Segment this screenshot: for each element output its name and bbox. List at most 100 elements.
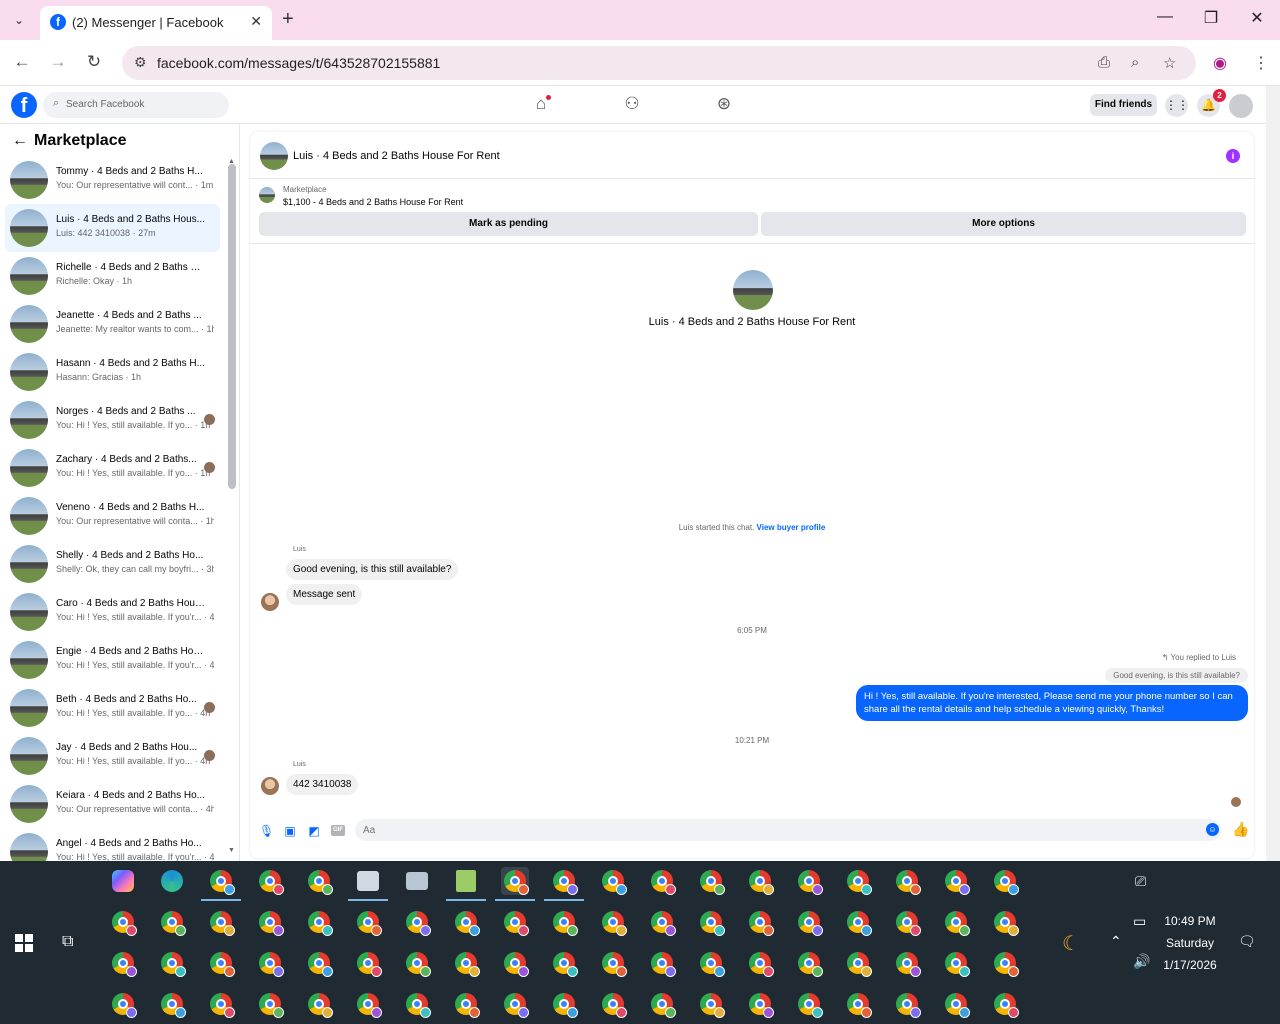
conversation-item[interactable]: Tommy · 4 Beds and 2 Baths H... You: Our … [5,156,220,204]
meet-now-icon[interactable]: ⎚ [1135,873,1146,890]
conversation-item[interactable]: Caro · 4 Beds and 2 Baths Hous... You: Hi… [5,588,220,636]
notification-center-icon[interactable]: 🗨 [1238,933,1256,950]
copilot-app-icon[interactable] [109,867,137,895]
volume-icon[interactable]: 🔊 [1133,953,1150,970]
forward-icon[interactable]: → [46,52,70,72]
back-icon[interactable]: ← [10,52,34,72]
chrome-profile-icon[interactable] [354,908,382,936]
zoom-icon[interactable]: ⌕ [1131,54,1139,71]
browser-tab[interactable]: f (2) Messenger | Facebook ✕ [40,6,272,40]
groups-icon[interactable]: ⊛ [712,94,736,114]
chrome-profile-icon[interactable] [452,990,480,1018]
menu-icon[interactable]: ⋮ [1253,53,1269,73]
tab-list-icon[interactable]: ⌄ [6,8,32,32]
conversation-item[interactable]: Jeanette · 4 Beds and 2 Baths ... Jeanett… [5,300,220,348]
chrome-profile-icon[interactable] [844,908,872,936]
omnibox[interactable]: ⚙ facebook.com/messages/t/64352870215588… [122,46,1196,80]
chrome-profile-icon[interactable] [942,949,970,977]
conversation-item[interactable]: Richelle · 4 Beds and 2 Baths H... Richel… [5,252,220,300]
chrome-profile-icon[interactable] [942,867,970,895]
conversation-item[interactable]: Angel · 4 Beds and 2 Baths Ho... You: Hi … [5,828,220,861]
edge-app-icon[interactable] [158,867,186,895]
view-buyer-profile-link[interactable]: View buyer profile [757,523,826,532]
incoming-message[interactable]: 442 3410038 [286,774,359,795]
chrome-profile-icon[interactable] [158,908,186,936]
chrome-profile-icon[interactable] [697,867,725,895]
chrome-profile-icon[interactable] [648,949,676,977]
conversation-item[interactable]: Luis · 4 Beds and 2 Baths Hous... Luis: 4… [5,204,220,252]
chrome-profile-icon[interactable] [550,908,578,936]
chrome-profile-icon[interactable] [452,908,480,936]
conversation-item[interactable]: Jay · 4 Beds and 2 Baths Hou... You: Hi !… [5,732,220,780]
chrome-profile-icon[interactable] [746,990,774,1018]
notepad-app-icon[interactable] [446,867,486,901]
chrome-profile-icon[interactable] [256,949,284,977]
chrome-profile-icon[interactable] [795,908,823,936]
clock-day[interactable]: Saturday [1160,936,1220,950]
chrome-profile-icon[interactable] [942,908,970,936]
conversation-item[interactable]: Norges · 4 Beds and 2 Baths ... You: Hi !… [5,396,220,444]
chrome-profile-icon[interactable] [893,867,921,895]
chrome-profile-icon[interactable] [599,908,627,936]
chrome-profile-icon[interactable] [550,949,578,977]
chrome-profile-icon[interactable] [158,990,186,1018]
chrome-profile-icon[interactable] [648,990,676,1018]
profile-icon[interactable]: ◉ [1213,53,1227,73]
peer-avatar[interactable] [261,777,279,795]
sidebar-scrollbar[interactable] [228,164,236,489]
chrome-profile-icon[interactable] [305,990,333,1018]
chrome-profile-icon[interactable] [109,949,137,977]
emoji-icon[interactable]: ☺ [1206,823,1219,836]
chrome-profile-icon[interactable] [746,908,774,936]
chrome-profile-icon[interactable] [109,990,137,1018]
chrome-profile-icon[interactable] [844,990,872,1018]
more-options-button[interactable]: More options [761,212,1246,236]
chrome-profile-icon[interactable] [256,908,284,936]
chrome-profile-icon[interactable] [697,908,725,936]
install-app-icon[interactable]: ⎙ [1098,54,1110,71]
chrome-profile-icon[interactable] [403,990,431,1018]
chrome-profile-icon[interactable] [893,990,921,1018]
chrome-profile-icon[interactable] [550,990,578,1018]
chrome-profile-icon[interactable] [452,949,480,977]
chrome-profile-icon[interactable] [501,949,529,977]
photo-icon[interactable]: ▣ [283,824,297,838]
chrome-profile-icon[interactable] [991,867,1019,895]
tray-overflow-icon[interactable]: ⌃ [1110,933,1122,950]
network-app-icon[interactable] [403,867,431,895]
chrome-profile-icon[interactable] [893,949,921,977]
incoming-message[interactable]: Message sent [286,584,363,605]
find-friends-button[interactable]: Find friends [1090,94,1157,116]
listing-title[interactable]: $1,100 - 4 Beds and 2 Baths House For Re… [283,197,463,207]
app-window-icon[interactable] [348,867,388,901]
chrome-profile-icon[interactable] [501,990,529,1018]
incoming-message[interactable]: Good evening, is this still available? [286,559,459,580]
account-avatar[interactable] [1229,94,1253,118]
window-close-icon[interactable]: ✕ [1242,8,1272,28]
chrome-profile-icon[interactable] [795,990,823,1018]
clock-date[interactable]: 1/17/2026 [1155,958,1225,972]
night-light-icon[interactable]: ☾ [1062,931,1080,956]
conversation-item[interactable]: Beth · 4 Beds and 2 Baths Ho... You: Hi !… [5,684,220,732]
chrome-profile-icon[interactable] [305,949,333,977]
bookmark-star-icon[interactable]: ☆ [1163,54,1176,72]
outgoing-message[interactable]: Hi ! Yes, still available. If you're int… [856,685,1248,721]
chrome-profile-icon[interactable] [746,949,774,977]
facebook-logo[interactable]: f [11,92,37,118]
message-input[interactable] [355,819,1221,841]
scroll-down-icon[interactable]: ▼ [228,847,235,854]
chrome-profile-icon[interactable] [991,908,1019,936]
gif-icon[interactable]: GIF [331,825,345,836]
sticker-icon[interactable]: ◩ [307,824,321,838]
chrome-profile-icon[interactable] [893,908,921,936]
chrome-profile-icon[interactable] [599,990,627,1018]
chrome-profile-icon[interactable] [495,867,535,901]
quoted-message[interactable]: Good evening, is this still available? [1105,668,1248,683]
chrome-profile-icon[interactable] [991,949,1019,977]
like-thumb-icon[interactable]: 👍 [1232,821,1249,838]
new-tab-icon[interactable]: + [282,8,294,31]
chrome-profile-icon[interactable] [305,908,333,936]
search-box[interactable]: ⌕ Search Facebook [43,92,229,118]
conversation-item[interactable]: Keiara · 4 Beds and 2 Baths Ho... You: Ou… [5,780,220,828]
network-icon[interactable]: ▭ [1133,913,1146,930]
